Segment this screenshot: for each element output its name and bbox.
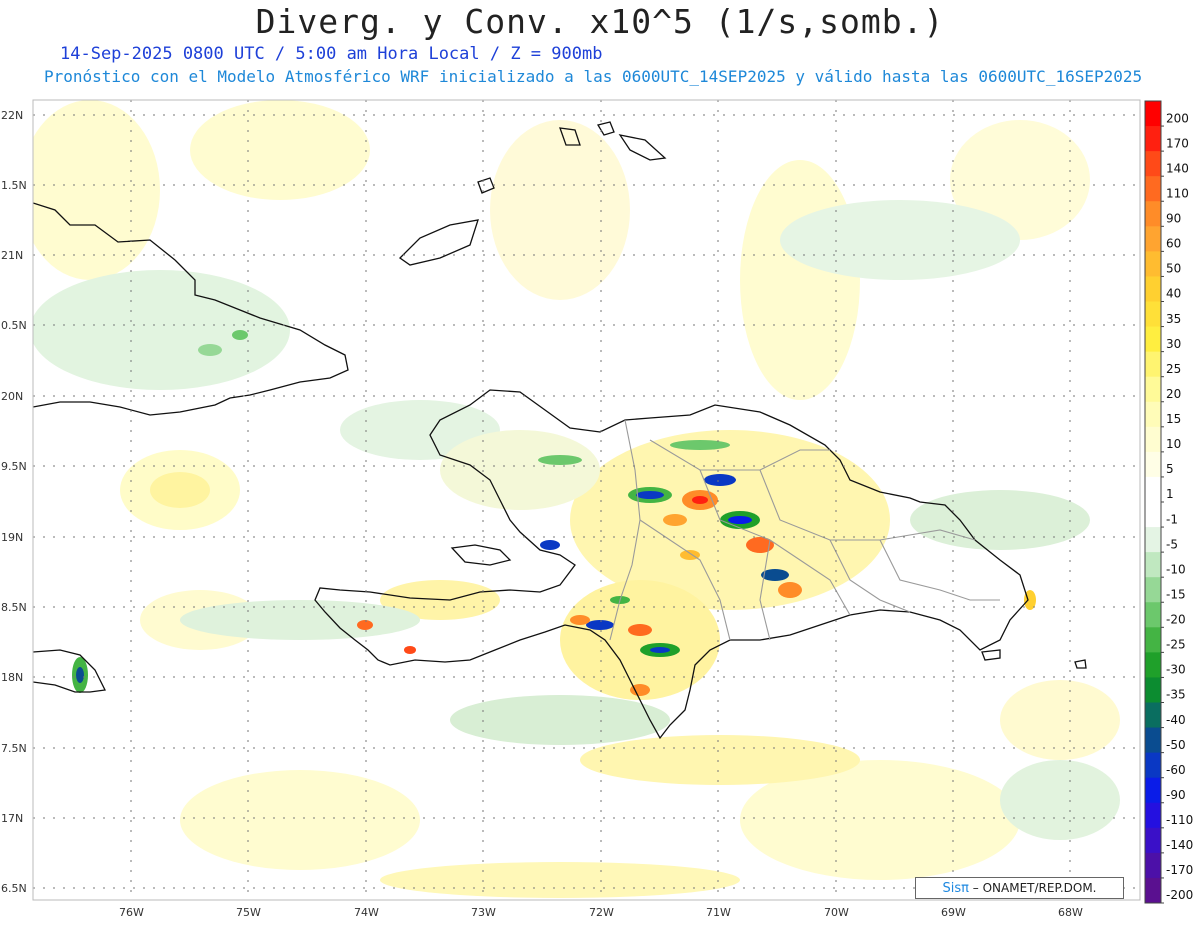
lon-label: 76W xyxy=(119,906,144,919)
colorbar-swatch xyxy=(1145,376,1161,403)
colorbar-label: 110 xyxy=(1166,186,1189,200)
colorbar-label: 1 xyxy=(1166,487,1174,501)
colorbar-swatch xyxy=(1145,201,1161,227)
colorbar-swatch xyxy=(1145,627,1161,653)
lat-label: 9.5N xyxy=(1,460,27,473)
colorbar-swatch xyxy=(1145,176,1161,202)
colorbar-label: 60 xyxy=(1166,237,1181,251)
colorbar-swatch xyxy=(1145,401,1161,428)
colorbar-swatch xyxy=(1145,276,1161,302)
longitude-labels: 76W 75W 74W 73W 72W 71W 70W 69W 68W xyxy=(119,906,1083,919)
colorbar-swatch xyxy=(1145,677,1161,703)
colorbar-label: 40 xyxy=(1166,287,1181,301)
colorbar-label: -140 xyxy=(1166,838,1193,852)
colorbar-label: -25 xyxy=(1166,638,1186,652)
colorbar-label: -90 xyxy=(1166,788,1186,802)
lon-label: 69W xyxy=(941,906,966,919)
lat-label: 0.5N xyxy=(1,319,27,332)
colorbar-swatch xyxy=(1145,351,1161,378)
colorbar-swatch xyxy=(1145,126,1161,152)
colorbar-swatch xyxy=(1145,702,1161,729)
colorbar-label: -20 xyxy=(1166,613,1186,627)
colorbar-label: -50 xyxy=(1166,738,1186,752)
lon-label: 70W xyxy=(824,906,849,919)
lon-label: 73W xyxy=(471,906,496,919)
lon-label: 75W xyxy=(236,906,261,919)
colorbar-swatch xyxy=(1145,326,1161,353)
colorbar-label: -60 xyxy=(1166,763,1186,777)
colorbar-label: 25 xyxy=(1166,362,1181,376)
lon-label: 72W xyxy=(589,906,614,919)
colorbar-label: 10 xyxy=(1166,437,1181,451)
colorbar-label: -1 xyxy=(1166,512,1178,526)
colorbar-swatch xyxy=(1145,852,1161,879)
colorbar-label: -30 xyxy=(1166,663,1186,677)
colorbar-swatch xyxy=(1145,727,1161,754)
colorbar-swatch xyxy=(1145,652,1161,678)
colorbar-label: 140 xyxy=(1166,161,1189,175)
colorbar-swatch xyxy=(1145,577,1161,603)
lat-label: 8.5N xyxy=(1,601,27,614)
colorbar-swatch xyxy=(1145,101,1161,127)
lon-label: 71W xyxy=(706,906,731,919)
lat-label: 18N xyxy=(1,671,23,684)
colorbar-label: -110 xyxy=(1166,813,1193,827)
lat-label: 6.5N xyxy=(1,882,27,895)
colorbar-swatch xyxy=(1145,602,1161,628)
colorbar-swatch xyxy=(1145,777,1161,804)
colorbar-label: -10 xyxy=(1166,562,1186,576)
colorbar-swatch xyxy=(1145,552,1161,578)
lat-label: 19N xyxy=(1,531,23,544)
colorbar-swatch xyxy=(1145,752,1161,779)
colorbar-label: -170 xyxy=(1166,863,1193,877)
colorbar-swatch xyxy=(1145,877,1161,904)
colorbar-label: -5 xyxy=(1166,537,1178,551)
colorbar-swatch xyxy=(1145,827,1161,854)
colorbar-swatch xyxy=(1145,527,1161,553)
latitude-labels: 22N 1.5N 21N 0.5N 20N 9.5N 19N 8.5N 18N … xyxy=(1,109,27,895)
colorbar: 200 170 140 110 90 60 50 40 35 30 25 20 15 10 5 1 -1 -5 -1… xyxy=(1144,100,1193,904)
lat-label: 1.5N xyxy=(1,179,27,192)
lat-label: 20N xyxy=(1,390,23,403)
colorbar-label: 30 xyxy=(1166,337,1181,351)
colorbar-label: 20 xyxy=(1166,387,1181,401)
colorbar-label: 15 xyxy=(1166,412,1181,426)
credit-box: Sisπ – ONAMET/REP.DOM. xyxy=(915,877,1124,899)
colorbar-label: 200 xyxy=(1166,111,1189,125)
colorbar-label: 5 xyxy=(1166,462,1174,476)
colorbar-swatch xyxy=(1145,426,1161,453)
colorbar-swatch xyxy=(1145,301,1161,328)
colorbar-label: -15 xyxy=(1166,587,1186,601)
colorbar-swatch xyxy=(1145,476,1161,503)
colorbar-swatch xyxy=(1145,251,1161,277)
colorbar-label: -35 xyxy=(1166,688,1186,702)
lat-label: 17N xyxy=(1,812,23,825)
lon-label: 68W xyxy=(1058,906,1083,919)
sispi-logo: Sisπ xyxy=(942,881,969,896)
colorbar-label: -200 xyxy=(1166,888,1193,902)
credit-text: – ONAMET/REP.DOM. xyxy=(972,881,1097,895)
lat-label: 21N xyxy=(1,249,23,262)
lon-label: 74W xyxy=(354,906,379,919)
colorbar-swatch xyxy=(1145,802,1161,829)
colorbar-label: 170 xyxy=(1166,136,1189,150)
colorbar-label: -40 xyxy=(1166,713,1186,727)
colorbar-swatch xyxy=(1145,226,1161,252)
lat-label: 7.5N xyxy=(1,742,27,755)
lat-label: 22N xyxy=(1,109,23,122)
colorbar-swatch xyxy=(1145,502,1161,528)
colorbar-swatch xyxy=(1145,151,1161,177)
colorbar-swatch xyxy=(1145,451,1161,478)
divergence-map: 22N 1.5N 21N 0.5N 20N 9.5N 19N 8.5N 18N … xyxy=(1,99,1193,919)
colorbar-label: 50 xyxy=(1166,262,1181,276)
colorbar-label: 90 xyxy=(1166,212,1181,226)
colorbar-label: 35 xyxy=(1166,312,1181,326)
